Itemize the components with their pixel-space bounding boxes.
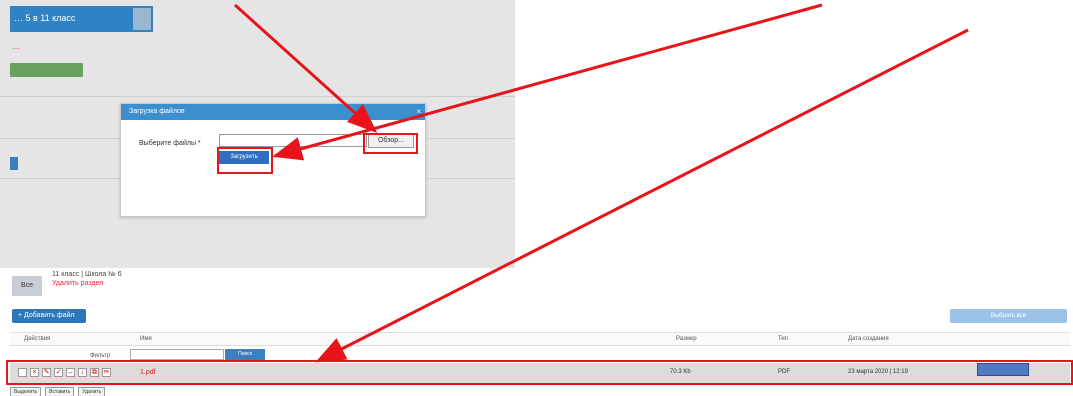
bottom-buttons: Выделить Вставить Удалить <box>10 387 106 396</box>
file-date: 23 марта 2020 | 12:19 <box>848 369 908 375</box>
table-header: Действия Имя Размер Тип Дата создания <box>10 332 1070 346</box>
green-bar[interactable] <box>10 63 83 77</box>
move-icon[interactable]: ↔ <box>66 368 75 377</box>
close-icon[interactable]: × <box>416 107 421 116</box>
column-actions[interactable]: Действия <box>24 336 50 342</box>
divider <box>0 96 515 97</box>
file-size: 70.3 Kb <box>670 369 691 375</box>
file-input[interactable] <box>219 134 367 147</box>
red-link[interactable]: … <box>12 42 20 51</box>
dialog-title: Загрузка файлов <box>129 108 185 115</box>
filter-button[interactable]: Поиск <box>225 349 265 360</box>
instruction-screenshot: … 5 в 11 класс … Загрузка файлов × Выбер… <box>0 0 1073 396</box>
download-icon[interactable]: ↓ <box>78 368 87 377</box>
file-name-link[interactable]: 1.pdf <box>140 369 156 376</box>
blue-chip[interactable] <box>10 157 18 170</box>
checkbox-icon[interactable] <box>18 368 27 377</box>
paste-button[interactable]: Вставить <box>45 387 75 396</box>
pencil-icon[interactable]: ✏ <box>102 368 111 377</box>
column-date[interactable]: Дата создания <box>848 336 889 342</box>
select-files-label: Выберите файлы * <box>139 140 201 147</box>
blue-marker <box>977 363 1029 376</box>
column-type[interactable]: Тип <box>778 336 788 342</box>
select-button[interactable]: Выделить <box>10 387 42 396</box>
course-title-text: … 5 в 11 класс <box>14 13 76 23</box>
section-info-line: 11 класс | Школа № 6 <box>52 271 122 278</box>
upload-highlight <box>217 147 273 174</box>
table-row[interactable]: × ✎ ✓ ↔ ↓ ⧉ ✏ 1.pdf 70.3 Kb PDF 23 марта… <box>10 363 1070 383</box>
row-actions: × ✎ ✓ ↔ ↓ ⧉ ✏ <box>18 368 111 377</box>
course-title: … 5 в 11 класс <box>10 6 153 32</box>
select-all-button[interactable]: Выбрать все <box>950 309 1067 323</box>
edit-icon[interactable]: ✎ <box>42 368 51 377</box>
copy-icon[interactable]: ⧉ <box>90 368 99 377</box>
column-name[interactable]: Имя <box>140 336 152 342</box>
browse-highlight <box>363 133 418 154</box>
delete-button[interactable]: Удалить <box>78 387 106 396</box>
delete-icon[interactable]: × <box>30 368 39 377</box>
info-box: Все <box>12 276 42 296</box>
add-file-button[interactable]: + Добавить файл <box>12 309 86 323</box>
delete-section-link[interactable]: Удалить раздел <box>52 279 122 288</box>
upload-dialog-screenshot: … 5 в 11 класс … Загрузка файлов × Выбер… <box>0 0 515 268</box>
dialog-header: Загрузка файлов × <box>121 104 425 120</box>
filter-input[interactable] <box>130 349 224 360</box>
upload-dialog: Загрузка файлов × Выберите файлы * Обзор… <box>120 103 426 217</box>
filter-label: Фильтр <box>90 353 111 359</box>
section-info: 11 класс | Школа № 6 Удалить раздел <box>52 270 122 288</box>
file-type: PDF <box>778 369 790 375</box>
column-size[interactable]: Размер <box>676 336 697 342</box>
rename-icon[interactable]: ✓ <box>54 368 63 377</box>
avatar <box>133 8 151 30</box>
